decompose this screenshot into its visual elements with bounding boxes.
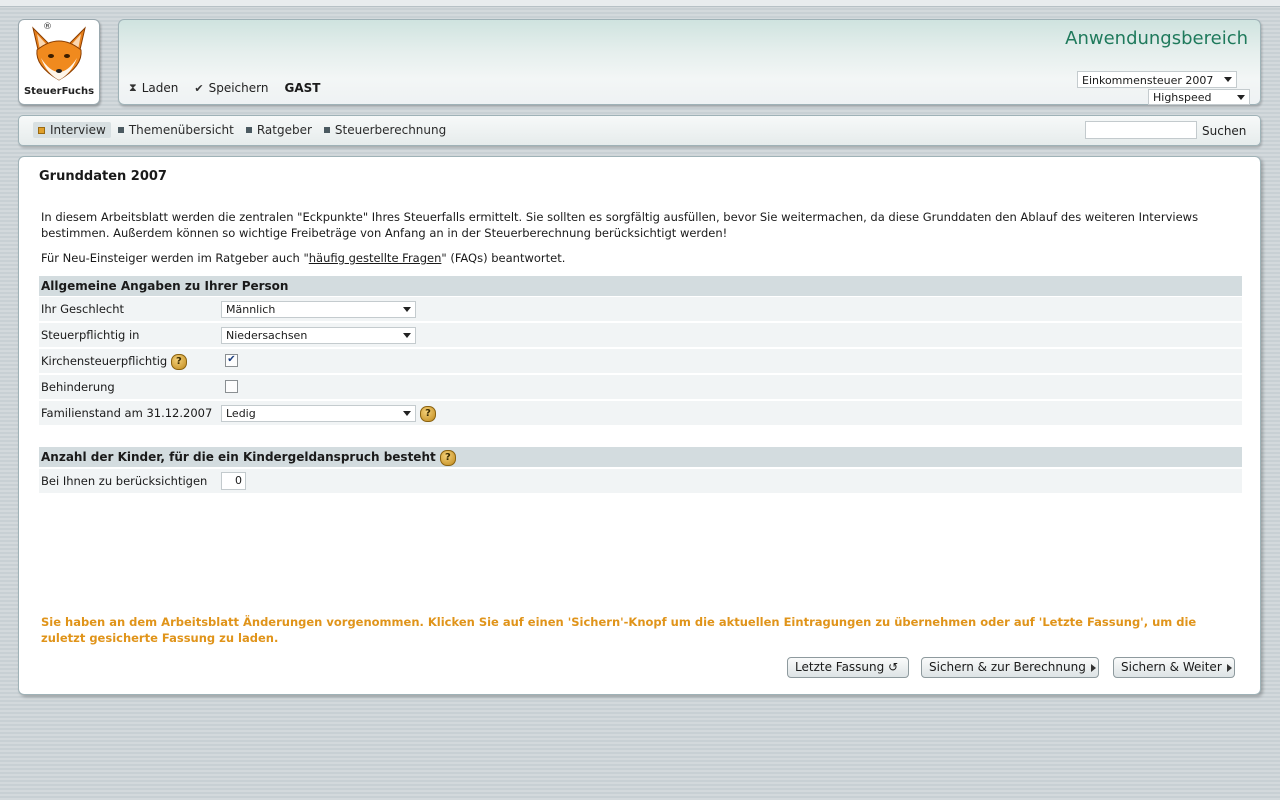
top-strip: [0, 0, 1280, 7]
user-name: GAST: [284, 81, 321, 95]
gender-select[interactable]: Männlich: [221, 301, 416, 318]
form-row-gender: Ihr Geschlecht Männlich: [39, 297, 1242, 321]
help-icon[interactable]: ?: [170, 353, 187, 370]
tab-bullet-icon: [323, 127, 330, 133]
year-select-value: Einkommensteuer 2007: [1082, 74, 1214, 87]
arrow-right-icon: [1090, 663, 1096, 672]
church-tax-checkbox[interactable]: ✔: [225, 354, 238, 367]
intro-text: In diesem Arbeitsblatt werden die zentra…: [41, 210, 1199, 240]
gender-label: Ihr Geschlecht: [41, 302, 125, 316]
app-title: Anwendungsbereich: [1065, 28, 1248, 49]
state-label: Steuerpflichtig in: [41, 328, 140, 342]
faq-text: Für Neu-Einsteiger werden im Ratgeber au…: [41, 251, 565, 265]
chevron-down-icon: [1224, 77, 1232, 82]
tab-bullet-icon: [245, 127, 252, 133]
tab-themenuebersicht[interactable]: Themenübersicht: [113, 122, 239, 138]
search-input[interactable]: [1085, 121, 1197, 139]
section-heading-children-text: Anzahl der Kinder, für die ein Kindergel…: [41, 450, 436, 464]
brand-name: SteuerFuchs: [23, 86, 95, 97]
logo[interactable]: ® SteuerFuchs: [18, 19, 100, 105]
mode-select-value: Highspeed: [1153, 91, 1212, 104]
state-select[interactable]: Niedersachsen: [221, 327, 416, 344]
marital-label: Familienstand am 31.12.2007: [41, 406, 213, 420]
form-row-children: Bei Ihnen zu berücksichtigen 0: [39, 469, 1242, 493]
save-and-calc-button[interactable]: Sichern & zur Berechnung: [921, 657, 1099, 678]
tab-label: Interview: [50, 123, 106, 137]
tab-ratgeber[interactable]: Ratgeber: [241, 122, 317, 138]
section-heading-children: Anzahl der Kinder, für die ein Kindergel…: [39, 447, 1242, 467]
help-icon[interactable]: ?: [420, 406, 436, 422]
tab-label: Ratgeber: [256, 123, 312, 137]
tab-label: Themenübersicht: [128, 123, 234, 137]
save-and-next-label: Sichern & Weiter: [1121, 660, 1222, 674]
chevron-down-icon: [1237, 95, 1245, 100]
section-heading-person: Allgemeine Angaben zu Ihrer Person: [39, 276, 1242, 296]
faq-prefix: Für Neu-Einsteiger werden im Ratgeber au…: [41, 251, 309, 265]
year-select[interactable]: Einkommensteuer 2007: [1077, 71, 1237, 88]
tab-steuerberechnung[interactable]: Steuerberechnung: [319, 122, 451, 138]
last-version-label: Letzte Fassung: [795, 660, 885, 674]
search-button[interactable]: Suchen: [1202, 124, 1246, 138]
chevron-down-icon: [403, 307, 411, 312]
form-row-church-tax: Kirchensteuerpflichtig ? ✔: [39, 349, 1242, 373]
save-and-next-button[interactable]: Sichern & Weiter: [1113, 657, 1235, 678]
disability-checkbox[interactable]: [225, 380, 238, 393]
church-tax-label: Kirchensteuerpflichtig ?: [41, 349, 187, 373]
chevron-down-icon: [403, 333, 411, 338]
undo-icon: ↺: [888, 660, 899, 674]
gender-select-value: Männlich: [226, 303, 276, 316]
tab-list: Interview Themenübersicht Ratgeber Steue…: [33, 122, 453, 138]
marital-select[interactable]: Ledig: [221, 405, 416, 422]
save-label: Speichern: [208, 81, 269, 95]
church-tax-label-text: Kirchensteuerpflichtig: [41, 354, 168, 368]
disability-label: Behinderung: [41, 380, 115, 394]
header-bar: Anwendungsbereich ⧗ Laden ✔ Speichern GA…: [118, 19, 1261, 105]
main-panel: Grunddaten 2007 In diesem Arbeitsblatt w…: [18, 156, 1261, 695]
fox-logo-icon: [32, 26, 86, 81]
nav-bar: Interview Themenübersicht Ratgeber Steue…: [18, 115, 1261, 146]
tab-bullet-icon: [117, 127, 124, 133]
form-row-marital: Familienstand am 31.12.2007 Ledig ?: [39, 401, 1242, 425]
save-and-calc-label: Sichern & zur Berechnung: [929, 660, 1086, 674]
arrow-right-icon: [1226, 663, 1232, 672]
check-icon: ✔: [194, 81, 204, 95]
tab-label: Steuerberechnung: [334, 123, 447, 137]
form-row-state: Steuerpflichtig in Niedersachsen: [39, 323, 1242, 347]
faq-link[interactable]: häufig gestellte Fragen: [309, 251, 442, 265]
help-icon[interactable]: ?: [439, 449, 456, 466]
tab-interview[interactable]: Interview: [33, 122, 111, 138]
state-select-value: Niedersachsen: [226, 329, 308, 342]
page-title: Grunddaten 2007: [39, 169, 167, 184]
mode-select[interactable]: Highspeed: [1148, 89, 1250, 105]
last-version-button[interactable]: Letzte Fassung ↺: [787, 657, 909, 678]
form-row-disability: Behinderung: [39, 375, 1242, 399]
marital-select-value: Ledig: [226, 407, 256, 420]
load-label: Laden: [141, 81, 179, 95]
load-icon: ⧗: [129, 81, 137, 94]
header-actions: ⧗ Laden ✔ Speichern GAST: [129, 81, 320, 95]
tab-bullet-icon: [38, 126, 45, 134]
load-button[interactable]: ⧗ Laden: [129, 81, 178, 95]
unsaved-changes-notice: Sie haben an dem Arbeitsblatt Änderungen…: [41, 615, 1197, 645]
children-label: Bei Ihnen zu berücksichtigen: [41, 474, 208, 488]
children-count-input[interactable]: 0: [221, 472, 246, 490]
chevron-down-icon: [403, 411, 411, 416]
save-button[interactable]: ✔ Speichern: [194, 81, 268, 95]
faq-suffix: " (FAQs) beantwortet.: [441, 251, 566, 265]
